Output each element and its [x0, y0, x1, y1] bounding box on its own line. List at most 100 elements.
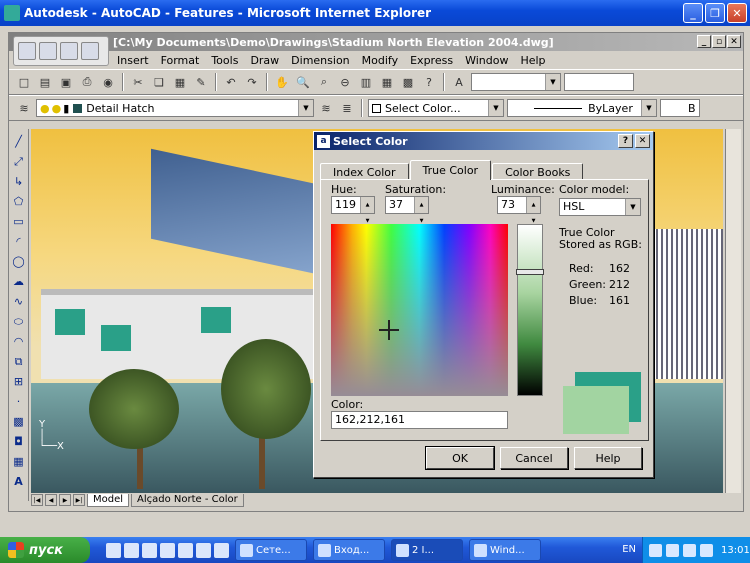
design-center-icon[interactable]: ▦	[378, 73, 396, 91]
menu-insert[interactable]: Insert	[117, 54, 149, 67]
cancel-button[interactable]: Cancel	[500, 447, 568, 469]
pan-icon[interactable]: ✋	[273, 73, 291, 91]
close-button[interactable]: ✕	[727, 3, 747, 23]
menu-modify[interactable]: Modify	[362, 54, 398, 67]
copy-icon[interactable]: ❏	[150, 73, 168, 91]
open-icon[interactable]	[60, 42, 78, 60]
text-style-icon[interactable]: A	[450, 73, 468, 91]
arc-icon[interactable]: ◜	[11, 233, 27, 250]
color-combo[interactable]: Select Color... ▼	[368, 99, 504, 117]
menu-help[interactable]: Help	[520, 54, 545, 67]
polyline-icon[interactable]: ↳	[11, 173, 27, 190]
next-tab-icon[interactable]: ▶	[59, 494, 71, 506]
word-icon[interactable]	[178, 542, 193, 558]
plot-icon[interactable]: ⎙	[78, 73, 96, 91]
cut-icon[interactable]: ✂	[129, 73, 147, 91]
ok-button[interactable]: OK	[425, 446, 495, 470]
make-block-icon[interactable]: ⊞	[11, 373, 27, 390]
linetype-combo[interactable]: ByLayer ▼	[507, 99, 657, 117]
properties-icon[interactable]: ▥	[357, 73, 375, 91]
help-button[interactable]: Help	[574, 447, 642, 469]
luminance-slider[interactable]	[516, 224, 544, 396]
language-indicator[interactable]: EN	[622, 544, 636, 555]
rectangle-icon[interactable]: ▭	[11, 213, 27, 230]
polygon-icon[interactable]: ⬠	[11, 193, 27, 210]
hue-input[interactable]: 119 ▲ ▼	[331, 196, 375, 224]
desktop-icon[interactable]	[214, 542, 229, 558]
task-network[interactable]: Сете...	[235, 539, 307, 561]
multiline-text-icon[interactable]: A	[11, 473, 27, 490]
ellipse-arc-icon[interactable]: ◠	[11, 333, 27, 350]
preview-icon[interactable]: ◉	[99, 73, 117, 91]
spline-icon[interactable]: ∿	[11, 293, 27, 310]
region-icon[interactable]: ◘	[11, 433, 27, 450]
tab-true-color[interactable]: True Color	[409, 160, 492, 180]
menu-dimension[interactable]: Dimension	[291, 54, 349, 67]
crosshair-icon[interactable]	[379, 320, 399, 340]
color-input[interactable]: 162,212,161	[331, 411, 508, 429]
media-icon[interactable]	[142, 542, 157, 558]
undo-icon[interactable]: ↶	[222, 73, 240, 91]
zoom-previous-icon[interactable]: ⊖	[336, 73, 354, 91]
save-file-icon[interactable]: ▣	[57, 73, 75, 91]
table-icon[interactable]: ▦	[11, 453, 27, 470]
open-file-icon[interactable]: ▤	[36, 73, 54, 91]
doc-minimize-button[interactable]: _	[697, 35, 711, 48]
construction-line-icon[interactable]: ⤢	[11, 153, 27, 170]
network-icon[interactable]	[666, 543, 679, 557]
menu-format[interactable]: Format	[161, 54, 200, 67]
archive-icon[interactable]	[196, 542, 211, 558]
publish-icon[interactable]	[81, 42, 99, 60]
luminance-slider-handle[interactable]	[516, 269, 544, 275]
minimize-button[interactable]: _	[683, 3, 703, 23]
match-properties-icon[interactable]: ✎	[192, 73, 210, 91]
tray-arrow-icon[interactable]	[649, 543, 662, 557]
vertical-scrollbar[interactable]	[725, 129, 741, 493]
prev-tab-icon[interactable]: ◀	[45, 494, 57, 506]
new-icon[interactable]: □	[15, 73, 33, 91]
insert-block-icon[interactable]: ⧉	[11, 353, 27, 370]
ellipse-icon[interactable]: ⬭	[11, 313, 27, 330]
dialog-close-button[interactable]: ✕	[635, 134, 650, 148]
task-windows[interactable]: Wind...	[469, 539, 541, 561]
tab-alcado-norte[interactable]: Alçado Norte - Color	[131, 493, 244, 507]
revision-cloud-icon[interactable]: ☁	[11, 273, 27, 290]
hatch-icon[interactable]: ▩	[11, 413, 27, 430]
color-model-select[interactable]: HSL ▼	[559, 198, 641, 216]
menu-draw[interactable]: Draw	[250, 54, 279, 67]
layer-manager-icon[interactable]: ≋	[15, 99, 33, 117]
security-icon[interactable]	[700, 543, 713, 557]
save-icon[interactable]	[18, 42, 36, 60]
layer-combo[interactable]: ● ● ▮ Detail Hatch ▼	[36, 99, 314, 117]
point-icon[interactable]: ·	[11, 393, 27, 410]
layer-previous-icon[interactable]: ≣	[338, 99, 356, 117]
last-tab-icon[interactable]: ▶|	[73, 494, 85, 506]
menu-express[interactable]: Express	[410, 54, 453, 67]
circle-icon[interactable]: ◯	[11, 253, 27, 270]
lineweight-combo[interactable]: B	[660, 99, 700, 117]
color-spectrum[interactable]	[331, 224, 508, 396]
text-style-combo[interactable]: ▼	[471, 73, 561, 91]
help-icon[interactable]: ?	[420, 73, 438, 91]
redo-icon[interactable]: ↷	[243, 73, 261, 91]
explorer-icon[interactable]	[160, 542, 175, 558]
paste-icon[interactable]: ▦	[171, 73, 189, 91]
make-current-icon[interactable]: ≋	[317, 99, 335, 117]
print-icon[interactable]	[39, 42, 57, 60]
doc-close-button[interactable]: ✕	[727, 35, 741, 48]
first-tab-icon[interactable]: |◀	[31, 494, 43, 506]
dim-style-combo[interactable]	[564, 73, 634, 91]
volume-icon[interactable]	[683, 543, 696, 557]
tool-palettes-icon[interactable]: ▩	[399, 73, 417, 91]
start-button[interactable]: пуск	[0, 537, 90, 563]
ie-launch-icon[interactable]	[124, 542, 139, 558]
quick-launch-icon[interactable]	[106, 542, 121, 558]
dialog-help-button[interactable]: ?	[618, 134, 633, 148]
menu-window[interactable]: Window	[465, 54, 508, 67]
line-icon[interactable]: ╱	[11, 133, 27, 150]
task-ie[interactable]: 2 I...	[391, 539, 463, 561]
saturation-input[interactable]: 37 ▲ ▼	[385, 196, 429, 224]
maximize-button[interactable]: ❐	[705, 3, 725, 23]
tab-color-books[interactable]: Color Books	[492, 163, 584, 180]
tab-model[interactable]: Model	[87, 493, 130, 507]
